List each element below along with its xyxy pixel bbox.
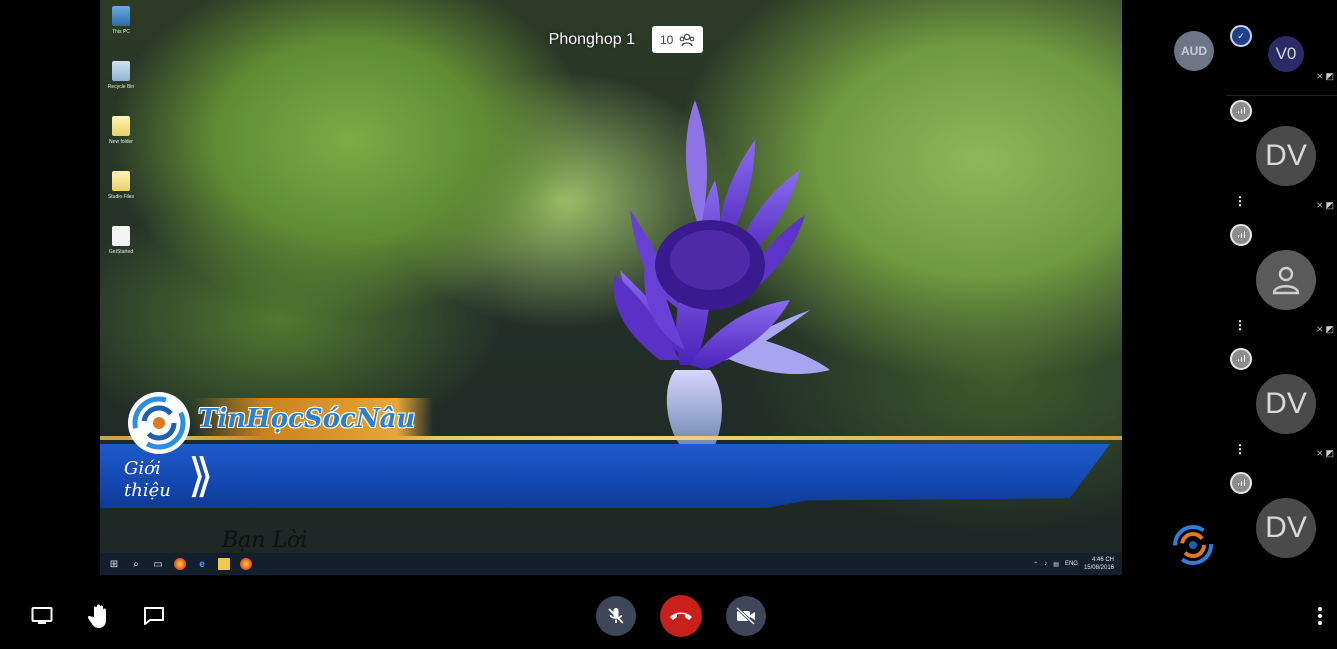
tray-clock: 4:46 CH 15/08/2016 bbox=[1084, 556, 1114, 572]
hangup-icon bbox=[670, 612, 692, 620]
signature-text: Bạn Lời bbox=[222, 528, 308, 553]
participant-tile[interactable]: DV ⋮ ⨯ ◩ bbox=[1226, 98, 1337, 222]
screen-share-icon bbox=[31, 607, 53, 624]
camera-toggle-button[interactable] bbox=[726, 596, 766, 636]
participant-avatar: V0 bbox=[1268, 36, 1304, 72]
room-title: Phonghop 1 bbox=[548, 31, 635, 48]
firefox-icon bbox=[240, 558, 252, 570]
connection-quality-icon bbox=[1230, 100, 1252, 122]
file-explorer-icon bbox=[218, 558, 230, 570]
shared-screen-stage[interactable]: This PC Recycle Bin New folder Studio Fi… bbox=[100, 0, 1122, 575]
participant-menu-icon[interactable]: ⋮ bbox=[1234, 443, 1246, 455]
participant-status-icons: ⨯ ◩ bbox=[1316, 324, 1334, 334]
hangup-button[interactable] bbox=[660, 595, 702, 637]
clock-time: 4:46 CH bbox=[1091, 557, 1114, 563]
brand-logo-icon bbox=[1173, 525, 1213, 565]
participants-icon bbox=[679, 33, 695, 46]
mic-muted-icon: ⨯ bbox=[1316, 200, 1324, 210]
participant-avatar: DV bbox=[1256, 126, 1316, 186]
chat-button[interactable] bbox=[142, 604, 166, 628]
participant-status-icons: ⨯ ◩ bbox=[1316, 71, 1334, 81]
intro-line-2: thiệu bbox=[124, 480, 171, 501]
camera-off-icon: ◩ bbox=[1325, 200, 1335, 210]
mic-muted-icon: ⨯ bbox=[1316, 71, 1324, 81]
meeting-toolbar bbox=[0, 575, 1337, 649]
desktop-icon-get-started: GetStarted bbox=[103, 226, 139, 278]
search-icon: ⌕ bbox=[133, 558, 139, 570]
desktop-icon-label: Recycle Bin bbox=[107, 84, 135, 90]
audio-participant-avatar[interactable]: AUD bbox=[1174, 31, 1214, 71]
participant-status-icons: ⨯ ◩ bbox=[1316, 448, 1334, 458]
participant-avatar: DV bbox=[1256, 374, 1316, 434]
screen-share-button[interactable] bbox=[30, 604, 54, 628]
mic-muted-icon: ⨯ bbox=[1316, 448, 1324, 458]
windows-taskbar: ⊞ ⌕ ▭ e ⌃ ♪ ▤ ENG 4:46 CH 15/08/2016 bbox=[100, 553, 1122, 575]
task-view-icon: ▭ bbox=[153, 558, 163, 570]
microphone-toggle-button[interactable] bbox=[596, 596, 636, 636]
connection-quality-icon bbox=[1230, 348, 1252, 370]
participant-tile[interactable]: ⋮ ⨯ ◩ bbox=[1226, 222, 1337, 346]
participant-menu-icon[interactable]: ⋮ bbox=[1234, 195, 1246, 207]
chevron-right-icon: ⟫ bbox=[188, 449, 214, 501]
more-options-button[interactable] bbox=[1308, 604, 1332, 628]
video-lower-third: TinHọcSócNâu Giới thiệu ⟫ bbox=[100, 392, 1122, 522]
blue-band bbox=[100, 444, 1110, 508]
camera-off-icon: ◩ bbox=[1325, 448, 1335, 458]
tray-language: ENG bbox=[1064, 561, 1078, 567]
desktop-icon-label: GetStarted bbox=[108, 249, 134, 255]
brand-swirl-logo-icon bbox=[128, 392, 190, 454]
brand-banner: TinHọcSócNâu bbox=[192, 398, 434, 440]
participant-avatar: DV bbox=[1256, 498, 1316, 558]
desktop-icon-label: Studio Files bbox=[107, 194, 135, 200]
system-tray: ⌃ ♪ ▤ ENG 4:46 CH 15/08/2016 bbox=[1033, 556, 1122, 572]
folder-icon bbox=[112, 171, 130, 191]
raise-hand-button[interactable] bbox=[86, 603, 112, 629]
mic-muted-icon bbox=[608, 608, 624, 624]
participant-count: 10 bbox=[659, 32, 674, 47]
participant-count-badge[interactable]: 10 bbox=[651, 26, 704, 53]
camera-off-icon: ◩ bbox=[1325, 324, 1335, 334]
participant-status-icons: ⨯ ◩ bbox=[1316, 200, 1334, 210]
participant-avatar-placeholder bbox=[1256, 250, 1316, 310]
mic-muted-icon: ⨯ bbox=[1316, 324, 1324, 334]
edge-icon: e bbox=[199, 558, 205, 570]
raise-hand-icon bbox=[87, 604, 106, 628]
camera-off-icon: ◩ bbox=[1325, 71, 1335, 81]
participant-tile[interactable]: DV ⋮ ⨯ ◩ bbox=[1226, 346, 1337, 470]
person-icon bbox=[1272, 266, 1300, 295]
intro-line-1: Giới bbox=[124, 458, 161, 479]
intro-text: Giới thiệu bbox=[124, 458, 171, 502]
desktop-icon-new-folder: New folder bbox=[103, 116, 139, 168]
connection-quality-icon bbox=[1230, 224, 1252, 246]
room-header: Phonghop 1 10 bbox=[100, 0, 1122, 80]
desktop-icon-label: New folder bbox=[109, 139, 133, 145]
tray-chevron-icon: ⌃ bbox=[1033, 561, 1039, 568]
participant-tile[interactable]: ✓ V0 ⨯ ◩ bbox=[1226, 0, 1337, 96]
document-icon bbox=[112, 226, 130, 246]
desktop-icon-studio-files: Studio Files bbox=[103, 171, 139, 223]
camera-off-icon bbox=[735, 607, 756, 625]
folder-icon bbox=[112, 116, 130, 136]
participant-menu-icon[interactable]: ⋮ bbox=[1234, 319, 1246, 331]
clock-date: 15/08/2016 bbox=[1083, 565, 1114, 571]
volume-icon: ♪ bbox=[1044, 561, 1048, 567]
connection-quality-icon bbox=[1230, 472, 1252, 494]
network-icon: ▤ bbox=[1053, 561, 1059, 568]
chat-icon bbox=[144, 607, 164, 625]
firefox-icon bbox=[174, 558, 186, 570]
connection-quality-icon: ✓ bbox=[1230, 25, 1252, 47]
more-vertical-icon bbox=[1318, 607, 1322, 625]
windows-start-icon: ⊞ bbox=[109, 558, 119, 570]
